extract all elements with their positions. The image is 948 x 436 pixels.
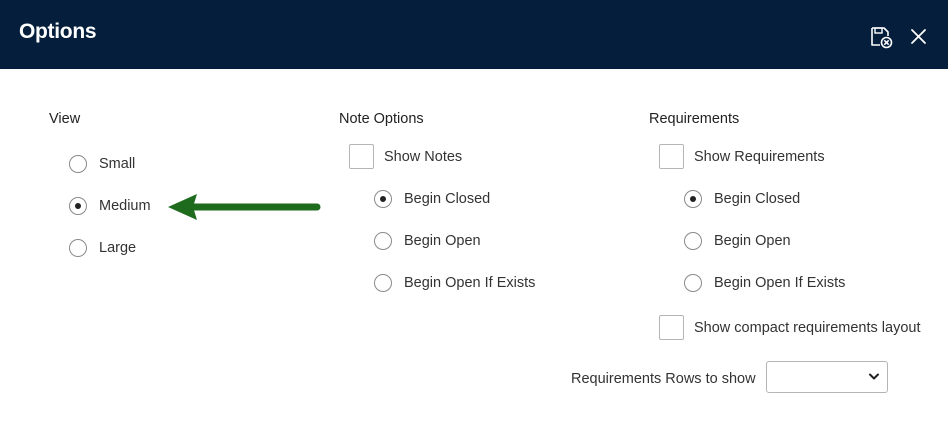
view-large-option[interactable]: Large (69, 239, 136, 257)
save-settings-icon (871, 27, 893, 49)
req-begin-closed-radio[interactable] (684, 190, 702, 208)
note-options-title: Note Options (339, 111, 424, 127)
notes-begin-closed-option[interactable]: Begin Closed (374, 190, 490, 208)
req-begin-open-radio[interactable] (684, 232, 702, 250)
show-requirements-label: Show Requirements (694, 148, 825, 165)
compact-layout-option[interactable]: Show compact requirements layout (659, 315, 920, 340)
compact-layout-checkbox[interactable] (659, 315, 684, 340)
view-small-option[interactable]: Small (69, 155, 135, 173)
notes-begin-open-if-exists-label: Begin Open If Exists (404, 275, 536, 291)
view-large-radio[interactable] (69, 239, 87, 257)
requirements-rows-label: Requirements Rows to show (571, 371, 756, 387)
notes-begin-open-if-exists-radio[interactable] (374, 274, 392, 292)
compact-layout-label: Show compact requirements layout (694, 319, 921, 336)
view-large-label: Large (99, 240, 137, 256)
view-medium-radio[interactable] (69, 197, 87, 215)
dialog-title: Options (19, 20, 97, 43)
notes-begin-open-option[interactable]: Begin Open (374, 232, 481, 250)
notes-begin-open-radio[interactable] (374, 232, 392, 250)
view-section-title: View (49, 111, 81, 127)
show-notes-label: Show Notes (384, 148, 463, 165)
requirements-rows-select[interactable] (766, 361, 888, 393)
save-settings-button[interactable] (868, 24, 894, 50)
notes-begin-open-label: Begin Open (404, 233, 481, 249)
req-begin-open-if-exists-label: Begin Open If Exists (714, 275, 846, 291)
notes-begin-open-if-exists-option[interactable]: Begin Open If Exists (374, 274, 535, 292)
req-begin-open-if-exists-option[interactable]: Begin Open If Exists (684, 274, 845, 292)
show-notes-checkbox[interactable] (349, 144, 374, 169)
view-small-label: Small (99, 156, 136, 172)
show-requirements-option[interactable]: Show Requirements (659, 144, 825, 169)
req-begin-open-option[interactable]: Begin Open (684, 232, 791, 250)
notes-begin-closed-radio[interactable] (374, 190, 392, 208)
req-begin-closed-label: Begin Closed (714, 191, 801, 207)
annotation-arrow (168, 194, 321, 220)
req-begin-open-if-exists-radio[interactable] (684, 274, 702, 292)
close-button[interactable] (906, 24, 932, 50)
show-notes-option[interactable]: Show Notes (349, 144, 462, 169)
view-medium-option[interactable]: Medium (69, 197, 151, 215)
notes-begin-closed-label: Begin Closed (404, 191, 491, 207)
show-requirements-checkbox[interactable] (659, 144, 684, 169)
chevron-down-icon (869, 373, 879, 380)
view-small-radio[interactable] (69, 155, 87, 173)
requirements-title: Requirements (649, 111, 740, 127)
req-begin-open-label: Begin Open (714, 233, 791, 249)
view-medium-label: Medium (99, 198, 151, 214)
req-begin-closed-option[interactable]: Begin Closed (684, 190, 800, 208)
close-icon (911, 29, 926, 44)
dialog-header: Options (0, 0, 948, 69)
